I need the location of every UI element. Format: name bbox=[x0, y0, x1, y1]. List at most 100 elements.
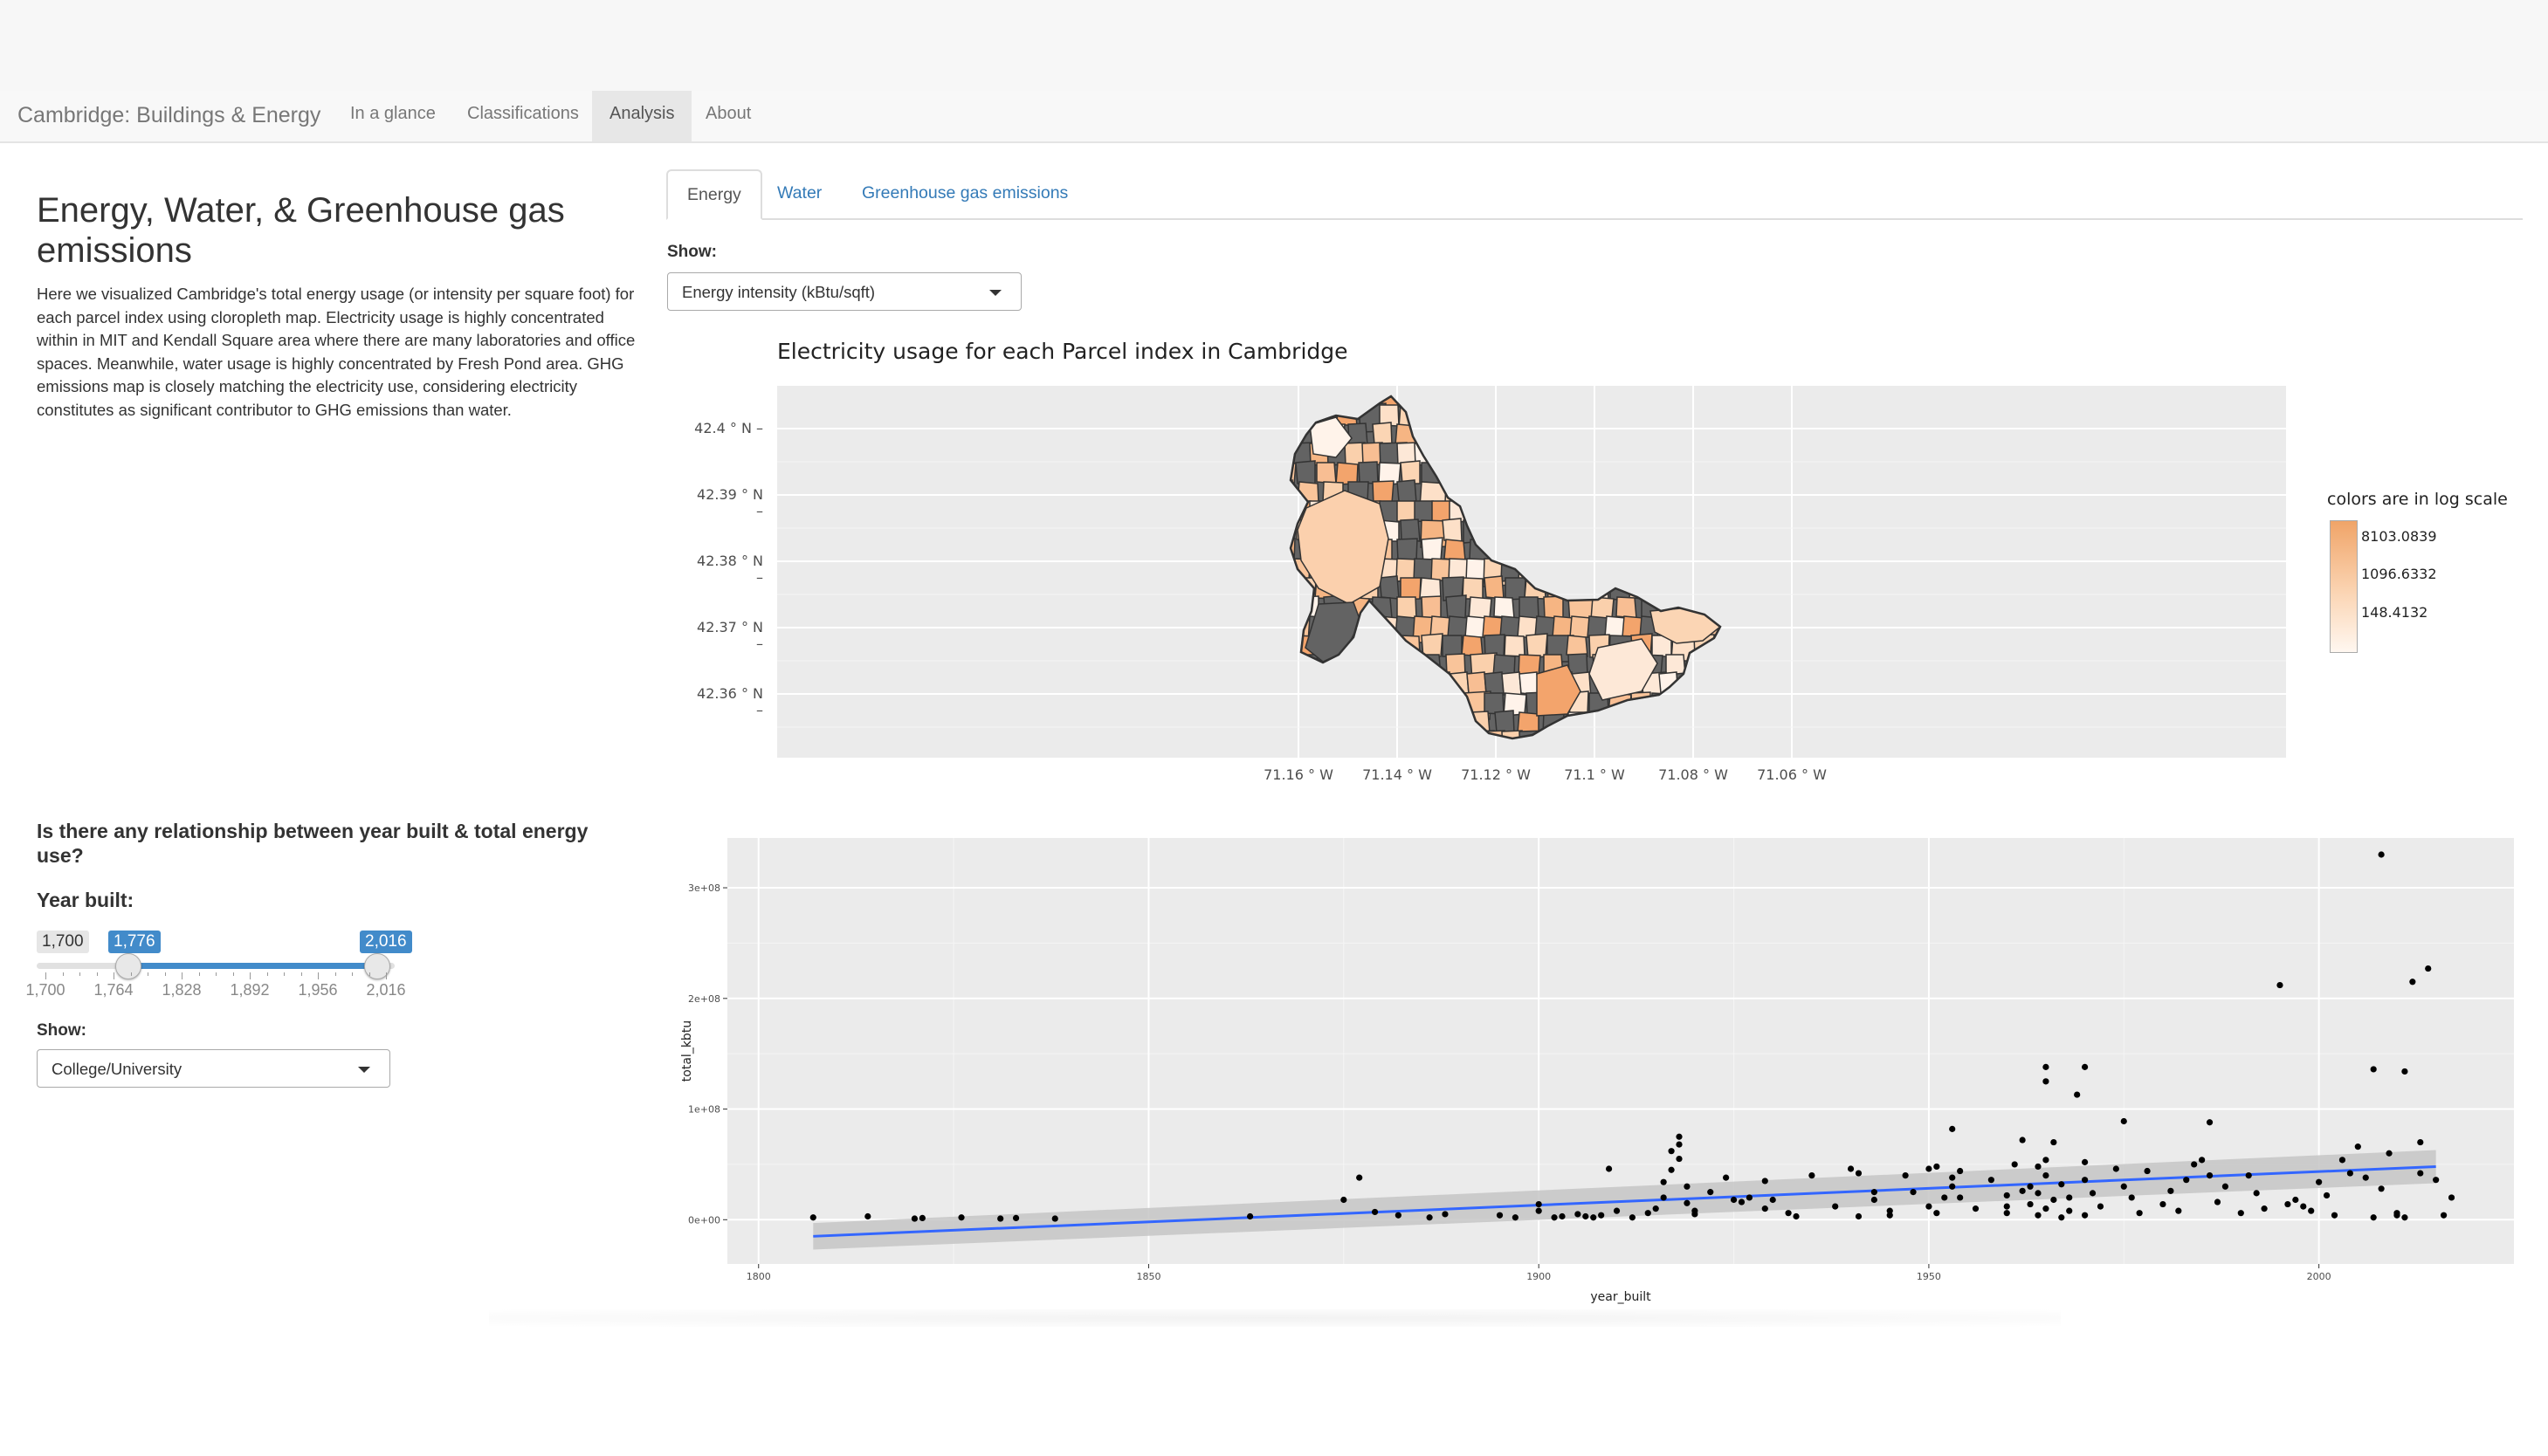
map-parcel bbox=[1518, 671, 1539, 696]
category-select[interactable]: College/University bbox=[37, 1049, 390, 1088]
map-canvas bbox=[777, 386, 2286, 758]
map-parcel bbox=[1431, 671, 1452, 696]
tab-energy[interactable]: Energy bbox=[666, 169, 762, 220]
scatter-point bbox=[2206, 1171, 2214, 1179]
scatter-point bbox=[1395, 1212, 1401, 1219]
map-parcel bbox=[1494, 539, 1515, 561]
map-parcel bbox=[1641, 730, 1663, 738]
choropleth-map[interactable] bbox=[777, 386, 2286, 758]
intro-paragraph: Here we visualized Cambridge's total ene… bbox=[37, 285, 636, 419]
map-parcel bbox=[1503, 404, 1527, 429]
map-lat-label: 42.36 ° N – bbox=[697, 685, 763, 718]
scatter-point bbox=[1957, 1167, 1964, 1175]
nav-item-in-a-glance[interactable]: In a glance bbox=[333, 91, 453, 141]
nav-item-analysis[interactable]: Analysis bbox=[592, 91, 692, 141]
map-parcel bbox=[1441, 751, 1463, 758]
scatter-point bbox=[1847, 1165, 1855, 1172]
scatter-point bbox=[1987, 1177, 1994, 1184]
map-parcel bbox=[1688, 539, 1711, 561]
map-parcel bbox=[1640, 558, 1670, 587]
map-parcel bbox=[1326, 671, 1347, 696]
scatter-point bbox=[2082, 1177, 2089, 1184]
map-parcel bbox=[1431, 500, 1452, 523]
slider-tick bbox=[250, 972, 251, 979]
tab-water[interactable]: Water bbox=[758, 169, 841, 218]
legend-label-low: 148.4132 bbox=[2361, 604, 2428, 621]
map-parcel bbox=[1466, 396, 1487, 408]
slider-tick bbox=[318, 972, 319, 979]
map-parcel bbox=[1714, 577, 1720, 601]
map-parcel bbox=[1445, 423, 1468, 448]
map-parcel bbox=[1505, 519, 1525, 542]
map-parcel bbox=[1396, 500, 1417, 523]
map-parcel bbox=[1639, 711, 1662, 734]
scatter-point bbox=[1925, 1165, 1932, 1172]
map-parcel bbox=[1370, 654, 1394, 677]
scatter-point bbox=[1707, 1189, 1714, 1196]
map-parcel bbox=[1546, 404, 1574, 432]
map-parcel bbox=[1396, 671, 1417, 696]
scatter-point bbox=[1426, 1214, 1433, 1221]
legend-colorbar bbox=[2330, 520, 2358, 653]
slider-handle-from[interactable] bbox=[115, 953, 141, 979]
scatter-point bbox=[1371, 1208, 1379, 1216]
year-built-slider[interactable]: 1,700 1,776 2,016 1,700 1,764 1,828 1,892 1,… bbox=[25, 927, 412, 1006]
category-show-label: Show: bbox=[37, 1021, 86, 1040]
map-parcel bbox=[1501, 671, 1522, 696]
scatter-point bbox=[2183, 1177, 2190, 1184]
map-parcel bbox=[1493, 596, 1515, 619]
map-parcel bbox=[1606, 500, 1627, 523]
scatter-point bbox=[1660, 1194, 1667, 1201]
slider-minor-tick bbox=[334, 972, 336, 976]
map-parcel bbox=[1714, 711, 1720, 738]
map-parcel bbox=[1712, 596, 1720, 626]
scatter-point bbox=[2393, 1210, 2400, 1217]
scatter-point bbox=[1644, 1210, 1651, 1217]
map-parcel bbox=[1525, 403, 1546, 427]
scatter-point bbox=[1574, 1211, 1581, 1218]
map-parcel bbox=[1616, 422, 1637, 446]
map-parcel bbox=[1568, 750, 1587, 758]
scatter-point bbox=[2058, 1214, 2065, 1221]
map-lat-label: 42.37 ° N – bbox=[697, 619, 763, 652]
map-parcel bbox=[1714, 460, 1720, 484]
map-parcel bbox=[1443, 539, 1466, 561]
map-parcel bbox=[1344, 671, 1365, 696]
map-parcel bbox=[1518, 396, 1539, 408]
nav-item-about[interactable]: About bbox=[688, 91, 768, 141]
energy-measure-select[interactable]: Energy intensity (kBtu/sqft) bbox=[667, 272, 1022, 311]
slider-tick-label: 1,764 bbox=[93, 981, 134, 999]
slider-minor-tick bbox=[352, 972, 353, 976]
map-parcel bbox=[1449, 396, 1470, 408]
map-parcel bbox=[1379, 692, 1400, 715]
map-parcel bbox=[1693, 575, 1714, 600]
scatter-point bbox=[2042, 1171, 2049, 1179]
navbar: Cambridge: Buildings & Energy In a glanc… bbox=[0, 91, 2548, 143]
slider-tick-label: 2,016 bbox=[366, 981, 406, 999]
map-lon-label: 71.06 ° W bbox=[1757, 766, 1827, 783]
scatter-point bbox=[1902, 1171, 1909, 1179]
map-parcel bbox=[1543, 537, 1566, 563]
scatter-point bbox=[2308, 1207, 2315, 1214]
map-parcel bbox=[1442, 635, 1463, 657]
scatter-point bbox=[1676, 1133, 1683, 1140]
scatter-point bbox=[2245, 1171, 2252, 1179]
tab-greenhouse-gas[interactable]: Greenhouse gas emissions bbox=[843, 169, 1087, 218]
map-parcel bbox=[1665, 537, 1688, 563]
energy-show-label: Show: bbox=[667, 243, 717, 261]
scatter-point bbox=[2378, 851, 2385, 858]
map-parcel bbox=[1396, 730, 1418, 738]
scatter-point bbox=[2019, 1137, 2026, 1144]
map-parcel bbox=[1316, 691, 1337, 715]
map-parcel bbox=[1484, 404, 1512, 432]
scatter-point bbox=[1933, 1163, 1940, 1171]
map-parcel bbox=[1445, 711, 1468, 736]
map-parcel bbox=[1651, 518, 1672, 542]
slider-selected-range[interactable] bbox=[127, 963, 378, 969]
scatter-point bbox=[1793, 1212, 1800, 1220]
map-parcel bbox=[1442, 518, 1463, 542]
map-parcel bbox=[1736, 463, 1755, 484]
app-brand[interactable]: Cambridge: Buildings & Energy bbox=[17, 100, 320, 131]
category-select-value: College/University bbox=[52, 1060, 182, 1078]
nav-item-classifications[interactable]: Classifications bbox=[450, 91, 596, 141]
